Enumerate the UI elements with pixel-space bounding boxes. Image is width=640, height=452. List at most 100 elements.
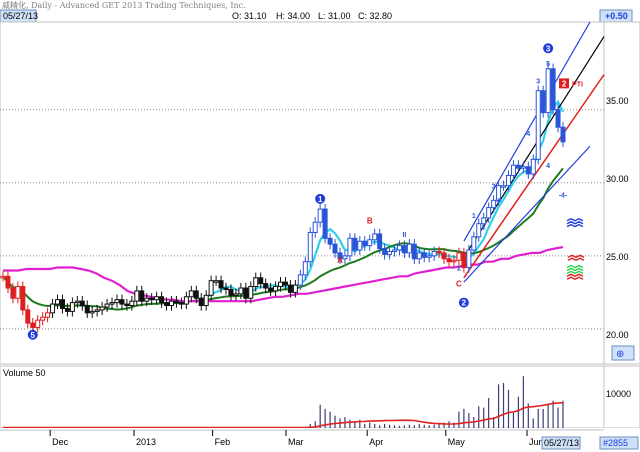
price-bar: [550, 68, 556, 111]
wave-5-badge: 5: [31, 331, 36, 340]
price-bar: [426, 255, 432, 258]
price-bar: [367, 239, 373, 247]
price-tick-35: 35.00: [606, 96, 629, 106]
price-bar: [144, 297, 150, 302]
price-bar: [451, 259, 457, 263]
price-bar: [461, 252, 467, 269]
price-bar: [5, 275, 11, 289]
price-bar: [188, 290, 194, 298]
price-bar: [362, 240, 368, 247]
net-change-text: +0.50: [605, 11, 628, 21]
price-bar: [466, 249, 472, 269]
wave-2-badge: 2: [462, 299, 467, 308]
price-bar: [198, 297, 204, 307]
price-bar: [352, 237, 358, 251]
price-bar: [223, 287, 229, 290]
price-tick-30: 30.00: [606, 174, 629, 184]
price-bar: [114, 299, 120, 304]
price-bar: [173, 300, 179, 304]
price-bar: [30, 322, 36, 328]
price-bar: [441, 252, 447, 260]
price-bar: [481, 217, 487, 225]
time-label: 2013: [136, 437, 156, 447]
volume-label: Volume 50: [3, 368, 46, 378]
price-bar: [268, 287, 274, 292]
minor-1-label: 1: [472, 213, 476, 220]
minor-2-label: 2: [482, 225, 486, 232]
price-bar: [401, 245, 407, 254]
price-bar: [525, 166, 531, 175]
time-label: Dec: [52, 437, 69, 447]
pti-value: 2: [562, 79, 567, 88]
price-bar: [253, 277, 259, 288]
price-bar: [248, 286, 254, 299]
price-bar: [411, 243, 417, 260]
price-bar: [431, 250, 437, 257]
price-bar: [193, 290, 199, 299]
minor-ii-label: II: [402, 232, 406, 239]
price-bar: [59, 299, 65, 309]
price-bar: [273, 286, 279, 292]
minor-2b-label: 2: [457, 265, 461, 272]
low-value: L: 31.00: [318, 11, 351, 21]
wave-c-label: C: [456, 280, 462, 289]
price-bar: [134, 290, 140, 302]
price-bar: [520, 166, 526, 169]
price-bar: [15, 286, 21, 299]
record-count: #2855: [603, 438, 628, 448]
price-bar: [416, 252, 422, 260]
price-bar: [178, 302, 184, 305]
price-bar: [545, 68, 551, 114]
price-bar: [213, 280, 219, 283]
cursor-date: 05/27/13: [544, 438, 579, 448]
wave-a-label: A: [337, 256, 343, 265]
price-bar: [45, 312, 51, 318]
price-bar: [0, 275, 6, 279]
minor-4-label: 4: [526, 131, 530, 138]
price-bar: [25, 309, 31, 324]
price-bar: [168, 300, 174, 307]
wave-1-badge: 1: [318, 195, 323, 204]
price-bar: [183, 296, 189, 305]
price-bar: [471, 236, 477, 251]
price-bar: [555, 109, 561, 128]
zoom-icon: ⊕: [616, 349, 624, 360]
price-bar: [382, 248, 388, 255]
price-bar: [228, 288, 234, 296]
minor-4b-label: 4: [546, 163, 550, 170]
price-bar: [396, 245, 402, 251]
price-tick-25: 25.00: [606, 252, 629, 262]
price-bar: [233, 293, 239, 296]
price-bar: [164, 302, 170, 307]
price-bar: [476, 223, 482, 238]
time-label: May: [448, 437, 466, 447]
price-bar: [238, 287, 244, 295]
price-bar: [421, 252, 427, 258]
price-bar: [69, 302, 75, 312]
price-bar: [159, 296, 165, 304]
window-title: 威精化, Daily - Advanced GET 2013 Trading T…: [2, 0, 246, 10]
price-bar: [287, 284, 293, 293]
price-bar: [297, 274, 303, 286]
price-bar: [302, 261, 308, 276]
price-bar: [535, 90, 541, 160]
high-value: H: 34.00: [276, 11, 310, 21]
price-bar: [307, 231, 313, 263]
open-value: O: 31.10: [232, 11, 267, 21]
price-bar: [149, 297, 155, 301]
target-label: -4-: [559, 192, 568, 199]
price-bar: [491, 199, 497, 209]
volume-tick: 10000: [606, 389, 631, 399]
price-bar: [40, 316, 46, 321]
date-badge-text: 05/27/13: [3, 11, 38, 21]
close-value: C: 32.80: [358, 11, 392, 21]
price-bar: [327, 237, 333, 245]
price-bar: [392, 249, 398, 252]
price-bar: [278, 281, 284, 288]
price-bar: [64, 307, 70, 312]
price-bar: [372, 233, 378, 241]
price-bar: [515, 164, 521, 169]
price-bar: [540, 90, 546, 114]
price-bar: [139, 290, 145, 302]
title-bar: 威精化, Daily - Advanced GET 2013 Trading T…: [0, 0, 640, 10]
